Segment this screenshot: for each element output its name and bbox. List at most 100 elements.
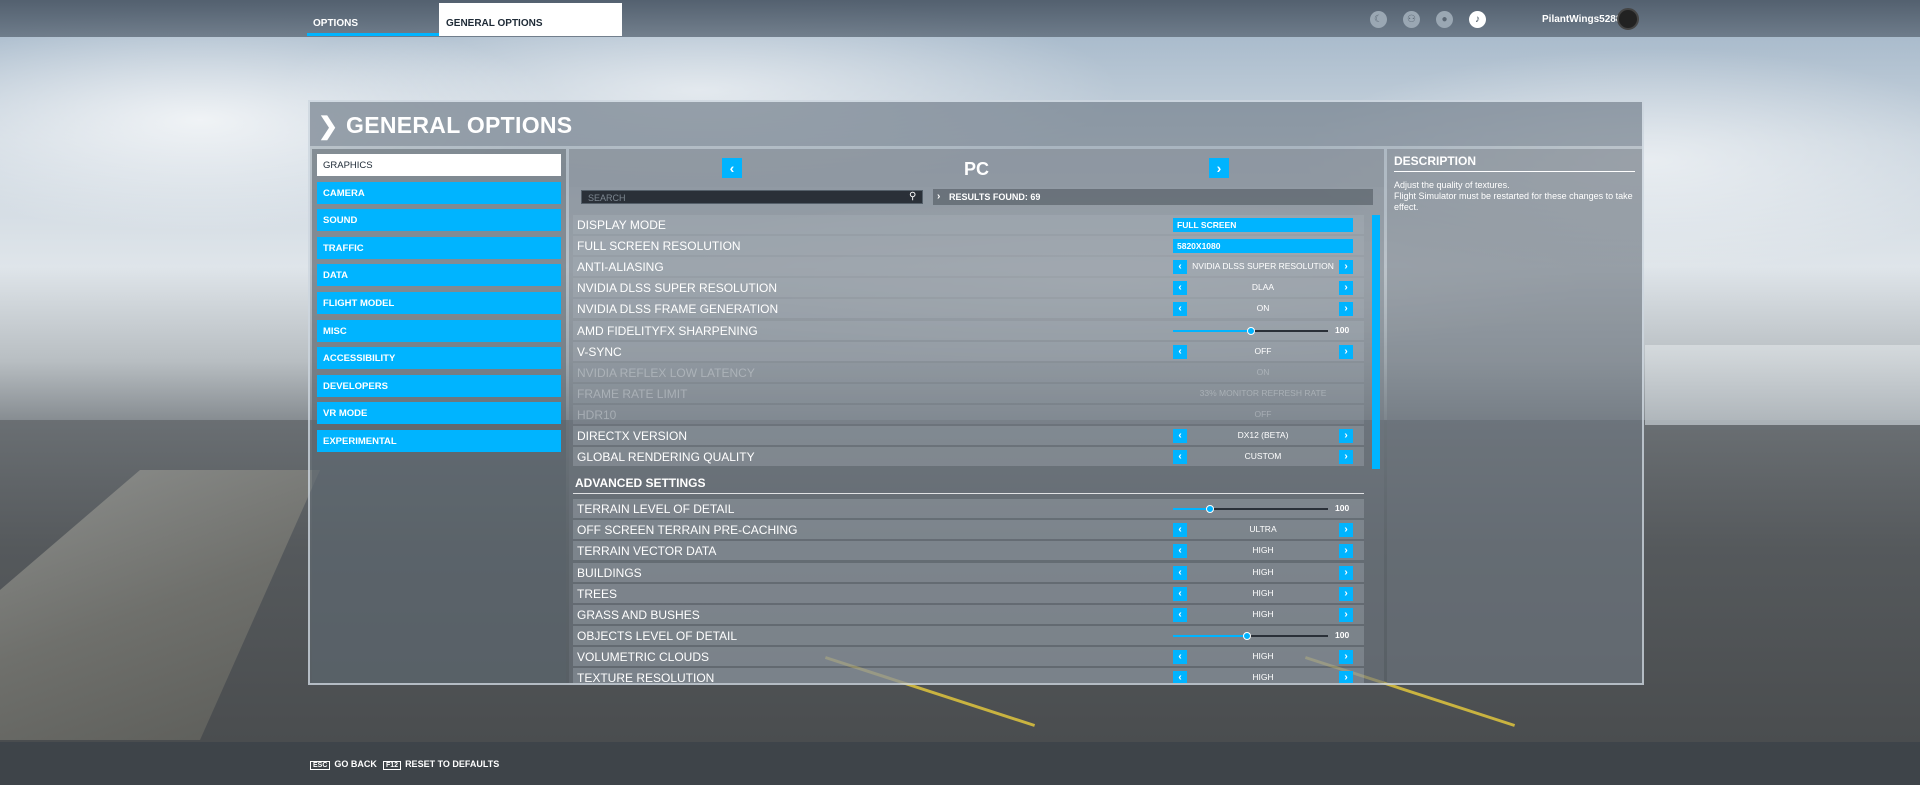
stepper-next-button[interactable]: › — [1339, 607, 1353, 622]
setting-row-nvidia-dlss-frame-generation[interactable]: NVIDIA DLSS FRAME GENERATION ‹ › ON — [573, 299, 1364, 319]
stepper-next-button[interactable]: › — [1339, 523, 1353, 538]
setting-row-full-screen-resolution[interactable]: FULL SCREEN RESOLUTION 5820X1080 — [573, 236, 1364, 256]
stepper-prev-button[interactable]: ‹ — [1173, 429, 1187, 443]
setting-row-buildings[interactable]: BUILDINGS ‹ › HIGH — [573, 562, 1364, 582]
search-icon[interactable]: ⚲ — [909, 191, 916, 202]
stepper-next-button[interactable]: › — [1339, 544, 1353, 559]
sidebar-item-vr-mode[interactable]: VR MODE — [317, 402, 561, 425]
slider-track[interactable] — [1173, 631, 1328, 640]
setting-label: NVIDIA DLSS SUPER RESOLUTION — [577, 281, 778, 296]
stepper-next-button[interactable]: › — [1339, 344, 1353, 359]
avatar[interactable] — [1617, 8, 1639, 30]
sidebar-item-accessibility[interactable]: ACCESSIBILITY — [317, 347, 561, 370]
background-terminal — [1645, 345, 1920, 425]
stepper-next-button[interactable]: › — [1339, 671, 1353, 683]
setting-row-v-sync[interactable]: V-SYNC ‹ › OFF — [573, 341, 1364, 361]
setting-label: FRAME RATE LIMIT — [577, 386, 688, 401]
stepper-prev-button[interactable]: ‹ — [1173, 544, 1187, 559]
setting-label: NVIDIA REFLEX LOW LATENCY — [577, 365, 755, 380]
stepper-prev-button[interactable]: ‹ — [1173, 523, 1187, 538]
setting-label: VOLUMETRIC CLOUDS — [577, 649, 710, 664]
setting-row-display-mode[interactable]: DISPLAY MODE FULL SCREEN — [573, 215, 1364, 234]
username[interactable]: PilantWings5288 — [1542, 14, 1621, 25]
setting-row-grass-and-bushes[interactable]: GRASS AND BUSHES ‹ › HIGH — [573, 604, 1364, 624]
setting-label: BUILDINGS — [577, 565, 642, 580]
sidebar-item-sound[interactable]: SOUND — [317, 209, 561, 232]
sidebar-item-camera[interactable]: CAMERA — [317, 181, 561, 204]
setting-row-trees[interactable]: TREES ‹ › HIGH — [573, 583, 1364, 603]
stepper-prev-button[interactable]: ‹ — [1173, 649, 1187, 664]
stepper-value: HIGH — [1252, 545, 1274, 556]
stepper-next-button[interactable]: › — [1339, 586, 1353, 601]
setting-row-off-screen-terrain-pre-caching[interactable]: OFF SCREEN TERRAIN PRE-CACHING ‹ › ULTRA — [573, 520, 1364, 540]
results-count: RESULTS FOUND: 69 — [933, 189, 1373, 205]
stepper-prev-button[interactable]: ‹ — [1173, 344, 1187, 359]
description-line: Flight Simulator must be restarted for t… — [1394, 191, 1633, 212]
group-icon[interactable]: ⚇ — [1403, 11, 1420, 28]
f12-key-hint: F12 — [383, 761, 402, 770]
sidebar-item-data[interactable]: DATA — [317, 264, 561, 287]
sidebar-item-flight-model[interactable]: FLIGHT MODEL — [317, 292, 561, 314]
stepper-prev-button[interactable]: ‹ — [1173, 565, 1187, 580]
slider-knob[interactable] — [1246, 326, 1255, 335]
setting-row-terrain-level-of-detail[interactable]: TERRAIN LEVEL OF DETAIL 100 — [573, 499, 1364, 519]
setting-row-amd-fidelityfx-sharpening[interactable]: AMD FIDELITYFX SHARPENING 100 — [573, 320, 1364, 340]
setting-row-nvidia-dlss-super-resolution[interactable]: NVIDIA DLSS SUPER RESOLUTION ‹ › DLAA — [573, 278, 1364, 298]
setting-row-terrain-vector-data[interactable]: TERRAIN VECTOR DATA ‹ › HIGH — [573, 541, 1364, 561]
profile-icon[interactable]: ● — [1436, 11, 1453, 28]
stepper-next-button[interactable]: › — [1339, 302, 1353, 317]
setting-dropdown[interactable]: 5820X1080 — [1173, 239, 1353, 254]
tab-general-options[interactable]: GENERAL OPTIONS — [439, 3, 622, 36]
sidebar-item-developers[interactable]: DEVELOPERS — [317, 374, 561, 397]
moon-icon[interactable]: ☾ — [1370, 11, 1387, 28]
stepper-next-button[interactable]: › — [1339, 281, 1353, 296]
reset-defaults-button[interactable]: F12 RESET TO DEFAULTS — [383, 759, 499, 770]
slider-track[interactable] — [1173, 505, 1328, 514]
bell-icon[interactable]: ♪ — [1469, 11, 1486, 28]
stepper-value: HIGH — [1252, 672, 1274, 682]
setting-row-directx-version[interactable]: DIRECTX VERSION ‹ › DX12 (BETA) — [573, 426, 1364, 445]
tab-options[interactable]: OPTIONS — [307, 3, 439, 36]
setting-row-texture-resolution[interactable]: TEXTURE RESOLUTION ‹ › HIGH — [573, 668, 1364, 683]
setting-row-global-rendering-quality[interactable]: GLOBAL RENDERING QUALITY ‹ › CUSTOM — [573, 447, 1364, 467]
stepper-prev-button[interactable]: ‹ — [1173, 281, 1187, 296]
setting-row-objects-level-of-detail[interactable]: OBJECTS LEVEL OF DETAIL 100 — [573, 625, 1364, 645]
setting-row-volumetric-clouds[interactable]: VOLUMETRIC CLOUDS ‹ › HIGH — [573, 646, 1364, 666]
setting-dropdown[interactable]: FULL SCREEN — [1173, 218, 1353, 232]
sidebar-item-graphics[interactable]: GRAPHICS — [317, 154, 561, 176]
stepper-next-button[interactable]: › — [1339, 260, 1353, 275]
sidebar-item-misc[interactable]: MISC — [317, 319, 561, 342]
stepper-prev-button[interactable]: ‹ — [1173, 586, 1187, 601]
slider-fill — [1173, 329, 1251, 332]
go-back-button[interactable]: ESC GO BACK — [310, 759, 377, 770]
stepper-next-button[interactable]: › — [1339, 429, 1353, 443]
setting-label: DISPLAY MODE — [577, 218, 666, 232]
sidebar-item-traffic[interactable]: TRAFFIC — [317, 236, 561, 259]
stepper-prev-button[interactable]: ‹ — [1173, 671, 1187, 683]
stepper-value: DLAA — [1251, 282, 1275, 293]
stepper-value: HIGH — [1252, 650, 1274, 661]
setting-row-anti-aliasing[interactable]: ANTI-ALIASING ‹ › NVIDIA DLSS SUPER RESOLUT… — [573, 257, 1364, 277]
setting-label: TEXTURE RESOLUTION — [577, 671, 715, 683]
stepper-value: 33% MONITOR REFRESH RATE — [1199, 387, 1327, 398]
stepper-next-button[interactable]: › — [1339, 565, 1353, 580]
slider-track[interactable] — [1173, 326, 1328, 335]
stepper-prev-button[interactable]: ‹ — [1173, 607, 1187, 622]
stepper-value: CUSTOM — [1244, 451, 1282, 462]
slider-knob[interactable] — [1243, 631, 1252, 640]
stepper-next-button[interactable]: › — [1339, 450, 1353, 465]
esc-key-hint: ESC — [310, 761, 331, 770]
sidebar-item-experimental[interactable]: EXPERIMENTAL — [317, 430, 561, 452]
next-platform-button[interactable]: › — [1209, 158, 1229, 178]
search-input[interactable] — [581, 190, 923, 204]
chevron-right-icon[interactable]: ❯ — [318, 112, 338, 141]
setting-label: TERRAIN LEVEL OF DETAIL — [577, 502, 735, 517]
platform-name: PC — [963, 159, 989, 179]
stepper-next-button[interactable]: › — [1339, 649, 1353, 664]
stepper-prev-button[interactable]: ‹ — [1173, 450, 1187, 465]
setting-label: HDR10 — [577, 407, 617, 422]
stepper-prev-button[interactable]: ‹ — [1173, 302, 1187, 317]
slider-knob[interactable] — [1206, 505, 1215, 514]
scrollbar[interactable] — [1372, 215, 1380, 469]
stepper-prev-button[interactable]: ‹ — [1173, 260, 1187, 275]
